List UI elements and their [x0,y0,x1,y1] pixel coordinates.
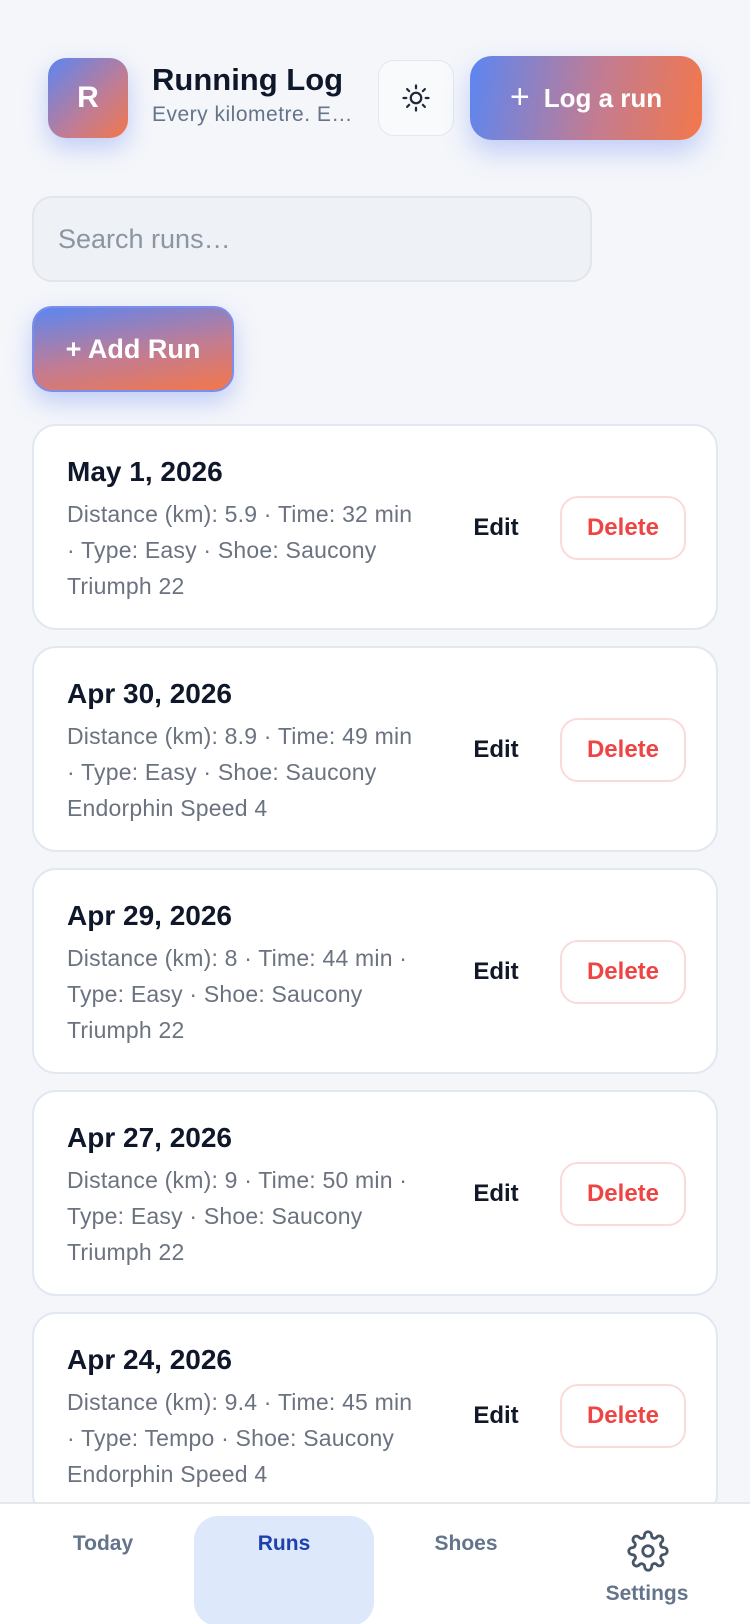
run-card: Apr 30, 2026 Distance (km): 8.9 · Time: … [32,646,718,852]
nav-tab-label: Shoes [434,1532,498,1555]
delete-button[interactable]: Delete [560,718,686,782]
edit-button[interactable]: Edit [464,718,528,782]
title-block: Running Log Every kilometre. Every shoe. [152,60,362,130]
header: R Running Log Every kilometre. Every sho… [48,56,708,140]
run-details: Distance (km): 9 · Time: 50 min · Type: … [67,1167,408,1265]
run-date: Apr 24, 2026 [67,1344,232,1375]
delete-button[interactable]: Delete [560,940,686,1004]
app-title: Running Log [152,62,344,97]
run-card: Apr 27, 2026 Distance (km): 9 · Time: 50… [32,1090,718,1296]
edit-button[interactable]: Edit [464,940,528,1004]
nav-tab-settings[interactable]: Settings [557,1504,737,1624]
gear-icon [627,1530,669,1572]
search-input[interactable] [32,196,592,282]
run-date: Apr 30, 2026 [67,678,232,709]
bottom-nav: Today Runs Shoes Settings [0,1502,750,1624]
delete-button[interactable]: Delete [560,496,686,560]
run-list: May 1, 2026 Distance (km): 5.9 · Time: 3… [32,424,718,1534]
nav-tab-today[interactable]: Today [13,1504,193,1624]
nav-tab-shoes[interactable]: Shoes [376,1504,556,1624]
delete-button[interactable]: Delete [560,1384,686,1448]
run-card: May 1, 2026 Distance (km): 5.9 · Time: 3… [32,424,718,630]
run-details: Distance (km): 8.9 · Time: 49 min · Type… [67,723,413,821]
nav-tab-label: Today [72,1532,134,1555]
delete-button[interactable]: Delete [560,1162,686,1226]
edit-button[interactable]: Edit [464,496,528,560]
log-run-button[interactable]: + Log a run [470,56,702,140]
run-card: Apr 24, 2026 Distance (km): 9.4 · Time: … [32,1312,718,1518]
edit-button[interactable]: Edit [464,1162,528,1226]
nav-tab-label: Runs [257,1532,311,1555]
app-avatar: R [48,58,128,138]
run-details: Distance (km): 9.4 · Time: 45 min · Type… [67,1389,413,1487]
edit-button[interactable]: Edit [464,1384,528,1448]
log-run-label: Log a run [543,82,663,113]
nav-tab-label: Settings [605,1582,689,1605]
run-details: Distance (km): 5.9 · Time: 32 min · Type… [67,501,413,599]
app-subtitle: Every kilometre. Every shoe. [152,103,362,126]
run-date: Apr 29, 2026 [67,900,232,931]
add-run-button[interactable]: + Add Run [32,306,234,392]
run-card: Apr 29, 2026 Distance (km): 8 · Time: 44… [32,868,718,1074]
plus-icon: + [509,77,530,116]
sun-icon [402,84,430,112]
run-date: May 1, 2026 [67,456,223,487]
run-details: Distance (km): 8 · Time: 44 min · Type: … [67,945,408,1043]
nav-tab-runs[interactable]: Runs [194,1516,374,1624]
app-root: R Running Log Every kilometre. Every sho… [0,0,750,1624]
run-date: Apr 27, 2026 [67,1122,232,1153]
theme-toggle-button[interactable] [378,60,454,136]
